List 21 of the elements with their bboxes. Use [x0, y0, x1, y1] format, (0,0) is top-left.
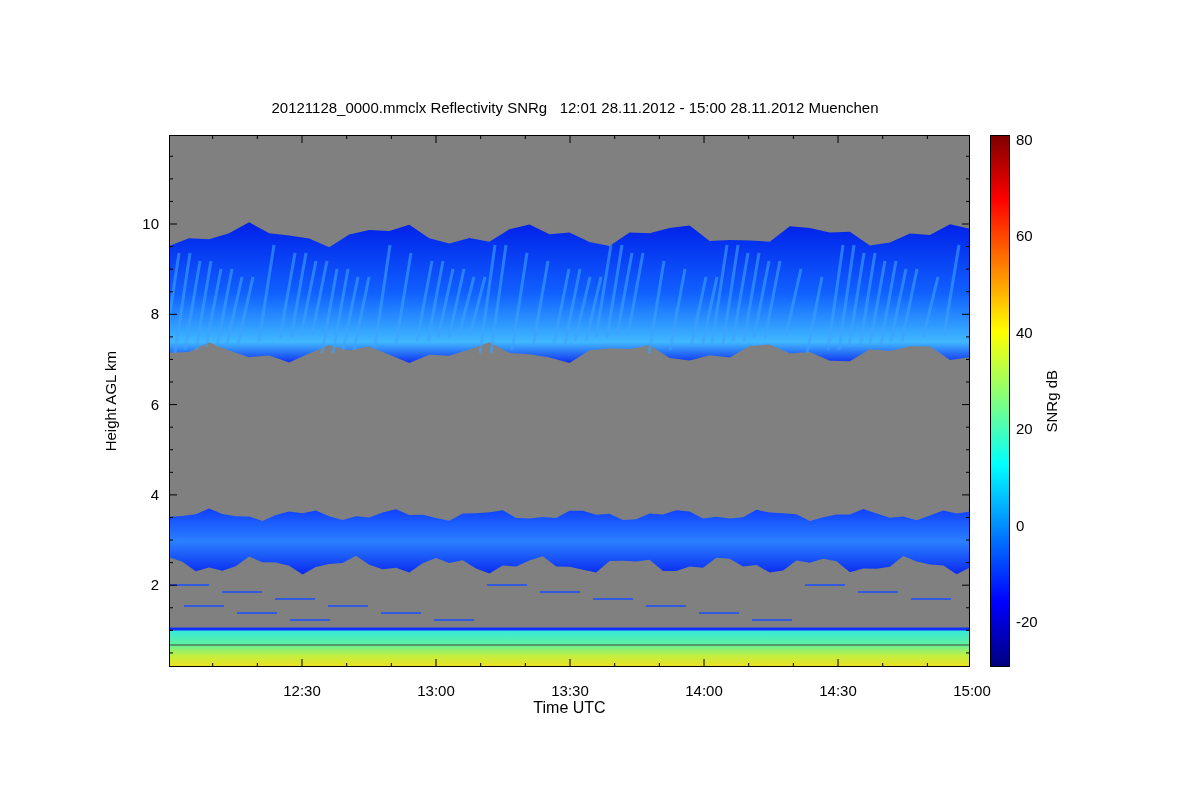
x-axis-label: Time UTC	[533, 699, 606, 717]
x-tick-label: 15:00	[953, 682, 991, 700]
y-axis-label: Height AGL km	[102, 350, 120, 452]
y-tick-label: 8	[150, 305, 159, 324]
x-tick-label: 13:00	[417, 682, 455, 700]
colorbar-tick-label: -20	[1016, 613, 1038, 631]
x-tick-label: 14:30	[819, 682, 857, 700]
colorbar-tick-label: 0	[1016, 516, 1025, 535]
x-tick-label: 13:30	[551, 682, 589, 700]
colorbar-tick-label: 80	[1016, 131, 1033, 149]
y-tick-label: 4	[150, 485, 159, 504]
colorbar-tick-label: 60	[1016, 227, 1033, 246]
y-tick-label: 2	[150, 576, 159, 595]
colorbar-label: SNRg dB	[1043, 369, 1061, 433]
y-tick-label: 6	[150, 395, 159, 414]
x-tick-label: 14:00	[685, 682, 723, 700]
colorbar-tick-label: 40	[1016, 323, 1033, 342]
chart-title: 20121128_0000.mmclx Reflectivity SNRg 12:01 28.11.2012 - 15:00 28.11.2012 Muenchen	[271, 98, 879, 118]
x-tick-label: 12:30	[283, 682, 321, 700]
colorbar-tick-label: 20	[1016, 420, 1033, 439]
y-tick-label: 10	[142, 215, 159, 233]
